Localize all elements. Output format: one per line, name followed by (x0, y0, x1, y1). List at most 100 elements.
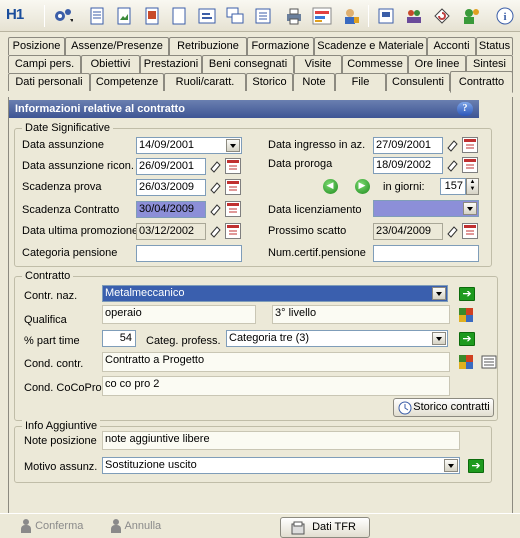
tab-beni-consegnati[interactable]: Beni consegnati (202, 55, 294, 73)
puzzle-icon[interactable] (458, 354, 474, 370)
data-ultima-promozione-field[interactable]: 03/12/2002 (136, 223, 206, 240)
dropdown-arrow-icon[interactable] (432, 287, 446, 300)
cond-contr-field[interactable]: Contratto a Progetto (102, 352, 450, 372)
tab-campi-pers[interactable]: Campi pers. (8, 55, 81, 73)
tab-commesse[interactable]: Commesse (342, 55, 408, 73)
eraser-icon[interactable] (207, 223, 223, 239)
storico-contratti-button[interactable]: Storico contratti (393, 398, 494, 417)
tab-retribuzione[interactable]: Retribuzione (169, 37, 247, 55)
dropdown-arrow-icon[interactable] (444, 459, 458, 472)
qualifica-field[interactable]: operaio (102, 305, 256, 324)
calendar-icon[interactable] (462, 137, 478, 153)
part-time-label: % part time (24, 335, 80, 347)
tab-file[interactable]: File (335, 73, 386, 91)
image-icon[interactable] (113, 5, 135, 27)
tab-prestazioni[interactable]: Prestazioni (140, 55, 202, 73)
tab-contratto[interactable]: Contratto (450, 71, 513, 93)
contr-naz-label: Contr. naz. (24, 290, 78, 302)
tab-scadenze-materiale[interactable]: Scadenze e Materiale (314, 37, 427, 55)
go-arrow-icon[interactable]: ➔ (459, 286, 475, 302)
previous-arrow-icon[interactable]: ◀ (322, 178, 338, 194)
tab-note[interactable]: Note (293, 73, 335, 91)
eraser-icon[interactable] (444, 223, 460, 239)
motivo-assunz-label: Motivo assunz. (24, 461, 98, 473)
scadenza-prova-field[interactable]: 26/03/2009 (136, 179, 206, 196)
cond-cocopro-field[interactable]: co co pro 2 (102, 376, 450, 396)
num-certif-pensione-label: Num.certif.pensione (268, 247, 366, 259)
form-icon[interactable] (196, 5, 218, 27)
spinner-icon[interactable]: ▲ ▼ (466, 178, 479, 195)
part-time-field[interactable]: 54 (102, 330, 136, 347)
chart-icon[interactable] (311, 5, 333, 27)
dropdown-arrow-icon[interactable] (463, 202, 477, 215)
tab-dati-personali[interactable]: Dati personali (8, 73, 90, 91)
document-icon[interactable] (86, 5, 108, 27)
section-header: Informazioni relative al contratto (9, 100, 479, 118)
tab-posizione[interactable]: Posizione (8, 37, 65, 55)
calendar-icon[interactable] (462, 223, 478, 239)
eraser-icon[interactable] (207, 158, 223, 174)
tab-storico[interactable]: Storico (246, 73, 293, 91)
go-arrow-icon[interactable]: ➔ (459, 331, 475, 347)
eraser-icon[interactable] (444, 157, 460, 173)
list-view-icon[interactable] (481, 354, 497, 370)
tab-status[interactable]: Status (476, 37, 513, 55)
photo-icon[interactable] (141, 5, 163, 27)
motivo-assunz-select[interactable]: Sostituzione uscito (102, 457, 460, 474)
tab-ruoli-caratt[interactable]: Ruoli/caratt. (164, 73, 246, 91)
blank-page-icon[interactable] (168, 5, 190, 27)
dropdown-arrow-icon[interactable] (432, 332, 446, 345)
livello-field[interactable]: 3° livello (272, 305, 450, 324)
note-posizione-field[interactable]: note aggiuntive libere (102, 431, 460, 450)
data-proroga-field[interactable]: 18/09/2002 (373, 157, 443, 174)
scadenza-contratto-field[interactable]: 30/04/2009 (136, 201, 206, 218)
calendar-icon[interactable] (225, 201, 241, 217)
toolbar-separator (44, 5, 45, 27)
tab-visite[interactable]: Visite (294, 55, 342, 73)
eraser-icon[interactable] (207, 179, 223, 195)
list-icon[interactable] (252, 5, 274, 27)
confirm-button[interactable]: Conferma (20, 519, 83, 533)
tab-acconti[interactable]: Acconti (427, 37, 476, 55)
calendar-icon[interactable] (225, 179, 241, 195)
puzzle-icon[interactable] (458, 307, 474, 323)
printer-icon[interactable] (283, 5, 305, 27)
calendar-icon[interactable] (225, 158, 241, 174)
person-card-icon[interactable] (340, 5, 362, 27)
eraser-icon[interactable] (444, 137, 460, 153)
calendar-icon[interactable] (462, 157, 478, 173)
data-assunzione-select[interactable]: 14/09/2001 (136, 137, 242, 154)
help-icon[interactable]: ? (457, 102, 473, 116)
dati-tfr-button[interactable]: Dati TFR (280, 517, 370, 538)
windows-icon[interactable] (224, 5, 246, 27)
users-icon[interactable] (403, 5, 425, 27)
user-settings-icon[interactable] (460, 5, 482, 27)
tab-formazione[interactable]: Formazione (247, 37, 314, 55)
data-assunzione-ricon-field[interactable]: 26/09/2001 (136, 158, 206, 175)
note-posizione-label: Note posizione (24, 435, 97, 447)
num-certif-pensione-field[interactable] (373, 245, 479, 262)
go-arrow-icon[interactable]: ➔ (468, 458, 484, 474)
dropdown-arrow-icon[interactable] (226, 139, 240, 152)
cancel-button[interactable]: Annulla (110, 519, 161, 533)
prossimo-scatto-field[interactable]: 23/04/2009 (373, 223, 443, 240)
tab-competenze[interactable]: Competenze (90, 73, 164, 91)
contr-naz-select[interactable]: Metalmeccanico (102, 285, 448, 302)
data-ingresso-field[interactable]: 27/09/2001 (373, 137, 443, 154)
eraser-icon[interactable] (207, 201, 223, 217)
categ-profess-select[interactable]: Categoria tre (3) (226, 330, 448, 347)
cond-contr-label: Cond. contr. (24, 358, 84, 370)
refresh-icon[interactable] (431, 5, 453, 27)
save-icon[interactable] (375, 5, 397, 27)
info-icon[interactable]: i (494, 5, 516, 27)
tab-consulenti[interactable]: Consulenti (386, 73, 450, 91)
data-licenziamento-select[interactable] (373, 200, 479, 217)
settings-menu-icon[interactable] (52, 5, 74, 27)
next-arrow-icon[interactable]: ▶ (354, 178, 370, 194)
categoria-pensione-field[interactable] (136, 245, 242, 262)
info-legend: Info Aggiuntive (22, 420, 101, 432)
tab-assenze-presenze[interactable]: Assenze/Presenze (65, 37, 169, 55)
calendar-icon[interactable] (225, 223, 241, 239)
in-giorni-field[interactable]: 157 (440, 178, 466, 195)
tab-obiettivi[interactable]: Obiettivi (81, 55, 140, 73)
